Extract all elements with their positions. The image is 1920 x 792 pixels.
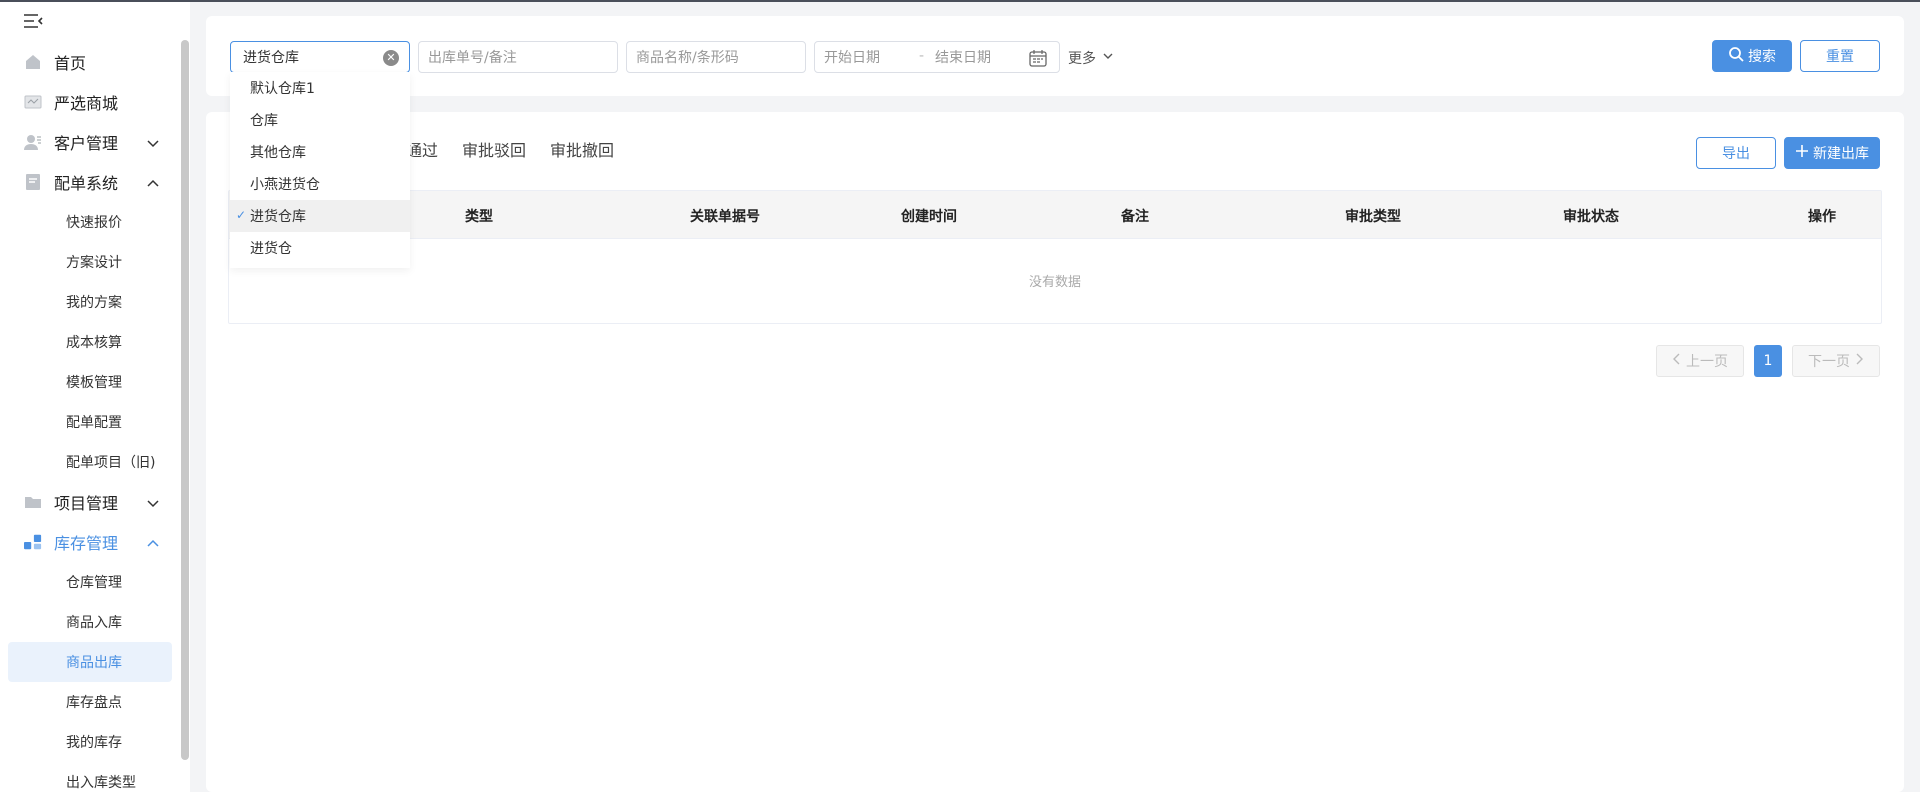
main-content: 通过 审批驳回 审批撤回 导出 新建出库 类型 关联单据号 创建时间 备注 审批… xyxy=(206,112,1904,792)
sidebar: 首页 严选商城 客户管理 配单系统 快速报价 方案设计 我的方案 成本核算 模板… xyxy=(0,2,190,792)
dropdown-option-selected[interactable]: ✓ 进货仓库 xyxy=(230,200,410,232)
home-icon xyxy=(24,53,42,71)
warehouse-select[interactable]: 进货仓库 ✕ xyxy=(230,41,410,73)
product-search-input[interactable]: 商品名称/条形码 xyxy=(626,41,806,73)
tab-approved[interactable]: 通过 xyxy=(406,137,438,161)
dropdown-option[interactable]: 其他仓库 xyxy=(230,136,410,168)
empty-state: 没有数据 xyxy=(1028,275,1081,290)
plus-icon xyxy=(1795,144,1809,162)
column-header: 创建时间 xyxy=(901,209,957,225)
order-number-input[interactable]: 出库单号/备注 xyxy=(418,41,618,73)
dropdown-option[interactable]: 仓库 xyxy=(230,104,410,136)
more-label: 更多 xyxy=(1068,51,1096,67)
filter-bar: 进货仓库 ✕ 出库单号/备注 商品名称/条形码 开始日期 - 结束日期 更多 搜… xyxy=(206,16,1904,96)
dropdown-option[interactable]: 进货仓 xyxy=(230,232,410,264)
sidebar-subitem-template-management[interactable]: 模板管理 xyxy=(0,362,180,402)
tab-withdrawn[interactable]: 审批撤回 xyxy=(550,137,614,161)
sidebar-subitem-order-project-old[interactable]: 配单项目（旧) xyxy=(0,442,180,482)
sidebar-item-customer[interactable]: 客户管理 xyxy=(0,122,180,162)
column-header: 审批类型 xyxy=(1345,209,1401,225)
shop-icon xyxy=(24,93,42,111)
dropdown-option-label: 进货仓库 xyxy=(250,209,306,225)
sidebar-scrollbar[interactable] xyxy=(181,40,189,760)
sidebar-item-label: 库存管理 xyxy=(54,534,119,553)
chevron-down-icon xyxy=(146,495,160,509)
sidebar-subitem-goods-outbound[interactable]: 商品出库 xyxy=(8,642,172,682)
chevron-up-icon xyxy=(146,535,160,549)
sidebar-item-label: 严选商城 xyxy=(54,94,119,113)
search-icon xyxy=(1728,46,1744,66)
chevron-down-icon xyxy=(146,135,160,149)
sidebar-item-inventory[interactable]: 库存管理 xyxy=(0,522,180,562)
sidebar-item-project[interactable]: 项目管理 xyxy=(0,482,180,522)
chevron-up-icon xyxy=(146,175,160,189)
sidebar-subitem-warehouse-management[interactable]: 仓库管理 xyxy=(0,562,180,602)
sidebar-item-label: 首页 xyxy=(54,54,87,73)
dropdown-option[interactable]: 小燕进货仓 xyxy=(230,168,410,200)
end-date-input[interactable]: 结束日期 xyxy=(935,47,991,67)
tab-rejected[interactable]: 审批驳回 xyxy=(462,137,526,161)
date-range-picker[interactable]: 开始日期 - 结束日期 xyxy=(814,41,1060,73)
sidebar-item-label: 客户管理 xyxy=(54,134,119,153)
sidebar-item-home[interactable]: 首页 xyxy=(0,42,180,82)
next-page-button[interactable]: 下一页 xyxy=(1792,345,1880,377)
menu-collapse-icon[interactable] xyxy=(22,12,44,30)
column-header: 类型 xyxy=(465,209,493,225)
export-button[interactable]: 导出 xyxy=(1696,137,1776,169)
sidebar-item-shop[interactable]: 严选商城 xyxy=(0,82,180,122)
page-number[interactable]: 1 xyxy=(1754,345,1782,377)
sidebar-subitem-goods-inbound[interactable]: 商品入库 xyxy=(0,602,180,642)
calendar-icon xyxy=(1029,49,1047,67)
sidebar-subitem-order-config[interactable]: 配单配置 xyxy=(0,402,180,442)
search-button[interactable]: 搜索 xyxy=(1712,40,1792,72)
sidebar-subitem-stocktaking[interactable]: 库存盘点 xyxy=(0,682,180,722)
start-date-input[interactable]: 开始日期 xyxy=(824,47,880,67)
chevron-right-icon xyxy=(1854,353,1864,369)
clear-icon[interactable]: ✕ xyxy=(383,50,399,66)
sidebar-subitem-quick-quote[interactable]: 快速报价 xyxy=(0,202,180,242)
chevron-left-icon xyxy=(1672,353,1682,369)
reset-button[interactable]: 重置 xyxy=(1800,40,1880,72)
document-icon xyxy=(24,173,42,191)
dropdown-option[interactable]: 默认仓库1 xyxy=(230,72,410,104)
outbound-table: 类型 关联单据号 创建时间 备注 审批类型 审批状态 操作 没有数据 xyxy=(228,190,1882,324)
inventory-icon xyxy=(24,533,42,551)
sidebar-subitem-my-inventory[interactable]: 我的库存 xyxy=(0,722,180,762)
column-header: 备注 xyxy=(1121,209,1149,225)
date-separator: - xyxy=(919,48,925,64)
new-outbound-button[interactable]: 新建出库 xyxy=(1784,137,1880,169)
more-filters-button[interactable]: 更多 xyxy=(1068,48,1114,68)
sidebar-subitem-cost-accounting[interactable]: 成本核算 xyxy=(0,322,180,362)
sidebar-menu: 首页 严选商城 客户管理 配单系统 快速报价 方案设计 我的方案 成本核算 模板… xyxy=(0,42,180,792)
warehouse-dropdown: 默认仓库1 仓库 其他仓库 小燕进货仓 ✓ 进货仓库 进货仓 xyxy=(230,72,410,268)
warehouse-select-value: 进货仓库 xyxy=(243,50,299,66)
prev-page-button[interactable]: 上一页 xyxy=(1656,345,1744,377)
prev-page-label: 上一页 xyxy=(1686,354,1728,370)
sidebar-subitem-my-solutions[interactable]: 我的方案 xyxy=(0,282,180,322)
column-header: 关联单据号 xyxy=(690,209,760,225)
sidebar-subitem-io-types[interactable]: 出入库类型 xyxy=(0,762,180,792)
chevron-down-icon xyxy=(1102,50,1114,66)
new-outbound-label: 新建出库 xyxy=(1813,146,1869,162)
sidebar-item-label: 项目管理 xyxy=(54,494,119,513)
customer-icon xyxy=(24,133,42,151)
sidebar-subitem-solution-design[interactable]: 方案设计 xyxy=(0,242,180,282)
window-top-border xyxy=(0,0,1920,2)
sidebar-item-label: 配单系统 xyxy=(54,174,119,193)
column-header: 审批状态 xyxy=(1563,209,1619,225)
table-header: 类型 关联单据号 创建时间 备注 审批类型 审批状态 操作 xyxy=(229,191,1881,239)
folder-icon xyxy=(24,493,42,511)
next-page-label: 下一页 xyxy=(1808,354,1850,370)
column-header: 操作 xyxy=(1808,209,1836,225)
check-icon: ✓ xyxy=(236,208,247,222)
search-button-label: 搜索 xyxy=(1748,49,1776,65)
sidebar-item-order-system[interactable]: 配单系统 xyxy=(0,162,180,202)
